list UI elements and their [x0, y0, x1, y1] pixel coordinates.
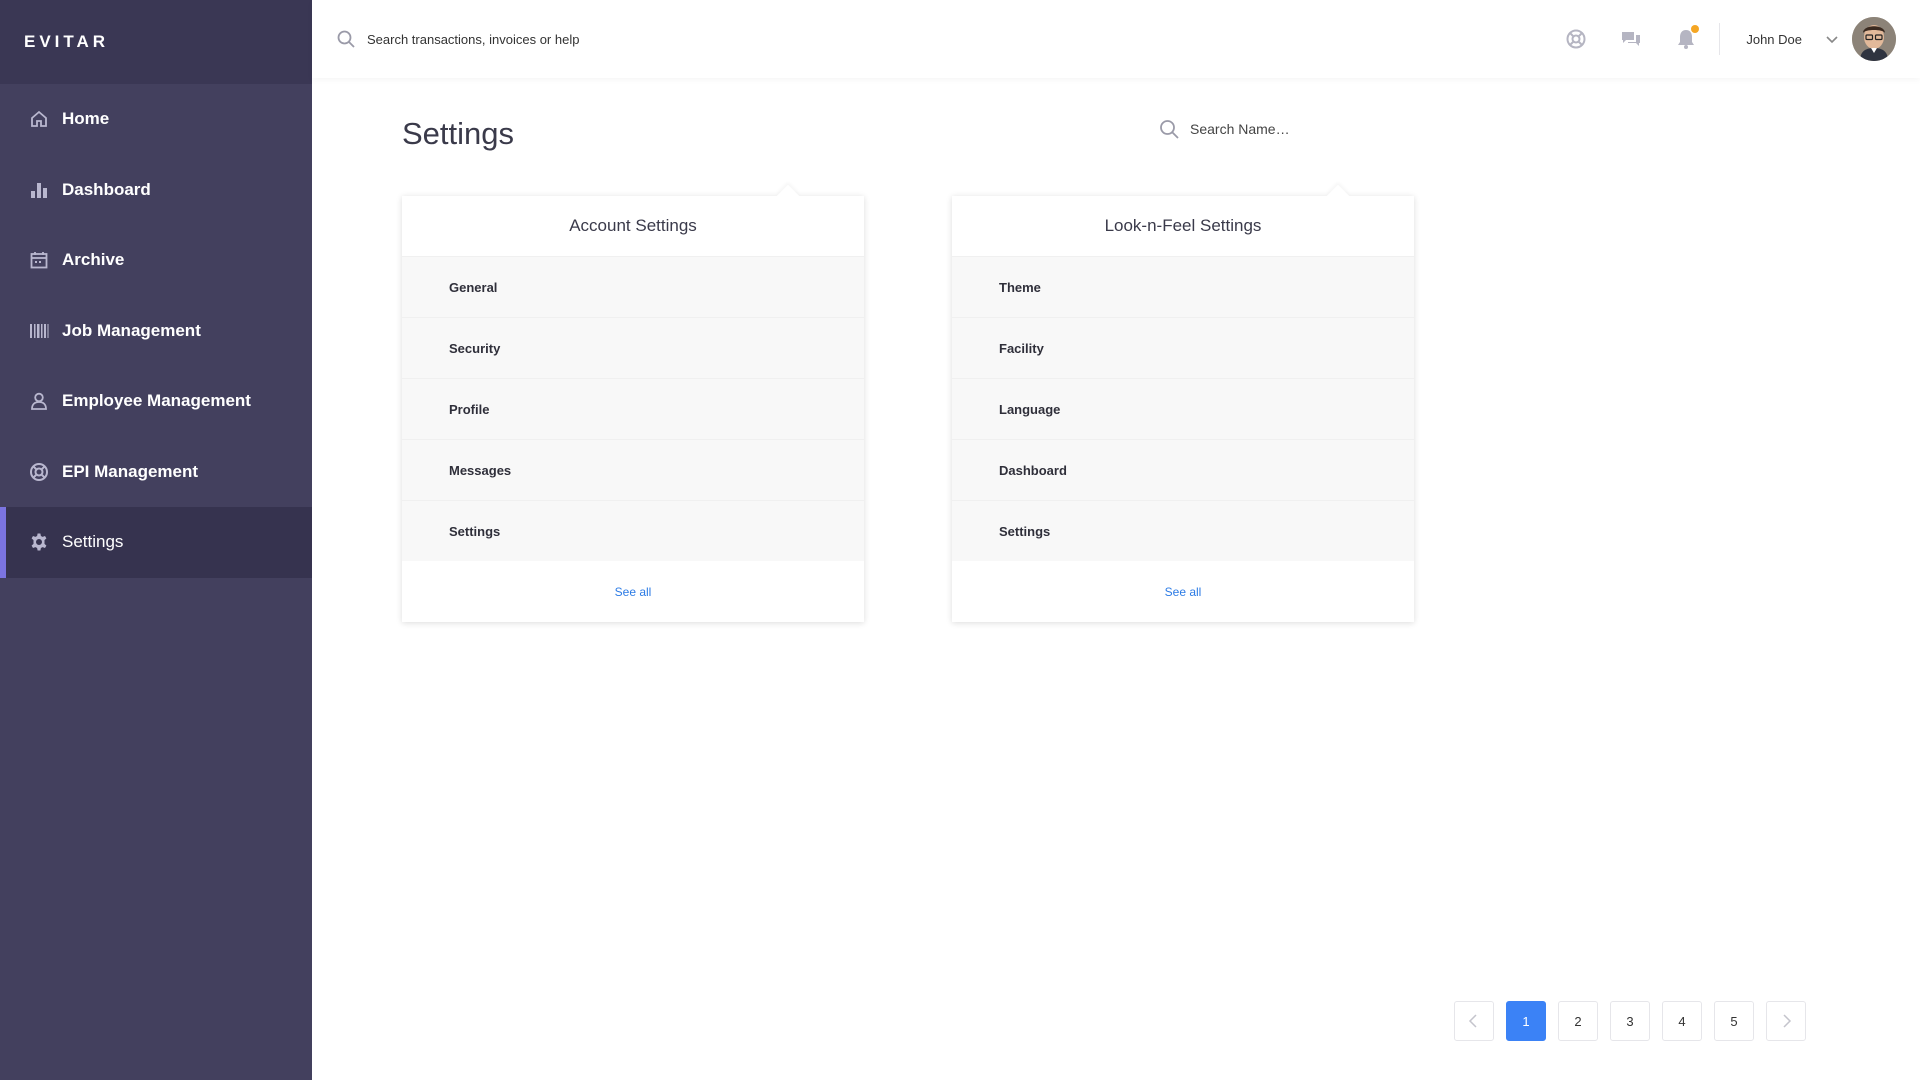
name-search: [1158, 118, 1350, 140]
search-icon[interactable]: [336, 29, 356, 49]
sidebar-item-label: Job Management: [62, 320, 201, 340]
search-input[interactable]: [367, 31, 767, 47]
brand-logo[interactable]: EVITAR: [0, 0, 312, 84]
settings-link-settings[interactable]: Settings: [402, 500, 864, 561]
page-button-2[interactable]: 2: [1558, 1001, 1598, 1041]
page-button-4[interactable]: 4: [1662, 1001, 1702, 1041]
settings-link-theme[interactable]: Theme: [952, 256, 1414, 317]
settings-link-general[interactable]: General: [402, 256, 864, 317]
chat-icon[interactable]: [1620, 28, 1642, 50]
settings-link-language[interactable]: Language: [952, 378, 1414, 439]
sidebar-item-label: Settings: [62, 532, 124, 552]
sidebar-item-archive[interactable]: Archive: [0, 225, 312, 296]
settings-link-dashboard[interactable]: Dashboard: [952, 439, 1414, 500]
user-icon: [29, 391, 49, 411]
search-icon[interactable]: [1158, 118, 1180, 140]
globe-icon[interactable]: [1565, 28, 1587, 50]
sidebar-item-dashboard[interactable]: Dashboard: [0, 155, 312, 226]
page-button-3[interactable]: 3: [1610, 1001, 1650, 1041]
settings-link-security[interactable]: Security: [402, 317, 864, 378]
bar-chart-icon: [29, 180, 49, 200]
sidebar-item-label: Dashboard: [62, 179, 151, 199]
card-title: Look-n-Feel Settings: [952, 196, 1414, 256]
settings-link-messages[interactable]: Messages: [402, 439, 864, 500]
page-button-5[interactable]: 5: [1714, 1001, 1754, 1041]
sidebar: EVITAR Home Dashboard Archive Job Manage…: [0, 0, 312, 1080]
account-settings-card: Account Settings General Security Profil…: [402, 196, 864, 622]
sidebar-item-label: Archive: [62, 250, 125, 270]
calendar-icon: [29, 250, 49, 270]
card-footer: See all: [952, 561, 1414, 622]
sidebar-item-home[interactable]: Home: [0, 84, 312, 155]
sidebar-item-settings[interactable]: Settings: [0, 507, 312, 578]
chevron-right-icon: [1783, 1014, 1792, 1028]
sidebar-nav: Home Dashboard Archive Job Management Em…: [0, 84, 312, 578]
lifebuoy-icon: [29, 462, 49, 482]
sidebar-item-label: Home: [62, 109, 110, 129]
notification-dot: [1691, 25, 1700, 33]
sidebar-item-epi-management[interactable]: EPI Management: [0, 437, 312, 508]
avatar[interactable]: [1852, 17, 1896, 61]
page-button-1[interactable]: 1: [1506, 1001, 1546, 1041]
settings-link-profile[interactable]: Profile: [402, 378, 864, 439]
settings-link-facility[interactable]: Facility: [952, 317, 1414, 378]
top-bar: John Doe: [312, 0, 1920, 78]
look-n-feel-settings-card: Look-n-Feel Settings Theme Facility Lang…: [952, 196, 1414, 622]
card-footer: See all: [402, 561, 864, 622]
next-page-button[interactable]: [1766, 1001, 1806, 1041]
card-title: Account Settings: [402, 196, 864, 256]
pagination: 1 2 3 4 5: [1454, 1001, 1818, 1041]
home-icon: [29, 109, 49, 129]
gear-icon: [29, 532, 49, 552]
chevron-left-icon: [1468, 1014, 1477, 1028]
sidebar-item-label: EPI Management: [62, 461, 199, 481]
sidebar-item-job-management[interactable]: Job Management: [0, 296, 312, 367]
prev-page-button[interactable]: [1454, 1001, 1494, 1041]
see-all-link[interactable]: See all: [615, 585, 652, 599]
page-title: Settings: [402, 116, 515, 151]
top-actions: John Doe: [1532, 0, 1896, 78]
user-name[interactable]: John Doe: [1746, 32, 1802, 47]
sidebar-item-employee-management[interactable]: Employee Management: [0, 366, 312, 437]
barcode-icon: [29, 321, 49, 341]
bell-icon[interactable]: [1675, 25, 1700, 50]
sidebar-item-label: Employee Management: [62, 391, 251, 411]
settings-link-settings[interactable]: Settings: [952, 500, 1414, 561]
divider: [1719, 23, 1721, 55]
name-search-input[interactable]: [1190, 121, 1350, 137]
global-search: [312, 0, 1012, 78]
chevron-down-icon[interactable]: [1824, 31, 1840, 47]
see-all-link[interactable]: See all: [1165, 585, 1202, 599]
